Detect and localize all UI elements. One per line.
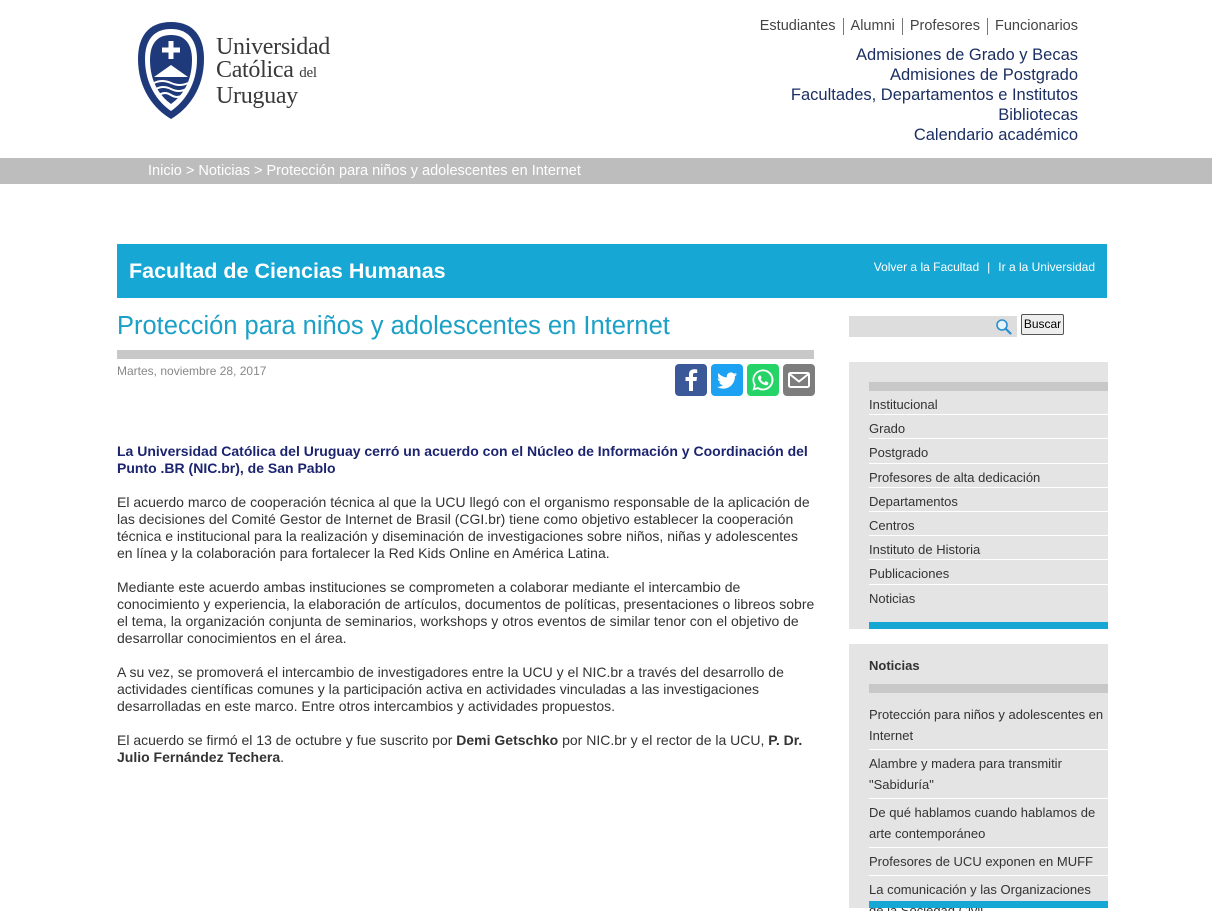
back-to-faculty-link[interactable]: Volver a la Facultad [874,260,979,274]
sidebar-news-band [869,684,1108,693]
faculty-links-separator: | [987,260,991,274]
logo-line-3: Uruguay [216,83,298,109]
logo-line-1: Universidad [216,34,331,60]
sidebar-item-institucional[interactable]: Institucional [869,391,1108,416]
article-paragraph: Mediante este acuerdo ambas institucione… [117,579,815,646]
nav-profesores[interactable]: Profesores [901,18,987,35]
sidebar-menu-accent [869,622,1108,629]
whatsapp-icon [752,369,774,391]
signer-nicbr: Demi Getschko [456,732,559,748]
sidebar-news: Noticias Protección para niños y adolesc… [849,644,1108,911]
breadcrumb-separator: > [185,163,195,179]
nav-admisiones-postgrado[interactable]: Admisiones de Postgrado [791,65,1078,85]
faculty-header: Facultad de Ciencias Humanas Volver a la… [117,244,1107,298]
twitter-icon [716,372,737,389]
faculty-links: Volver a la Facultad | Ir a la Universidad [874,260,1095,274]
article-title: Protección para niños y adolescentes en … [117,312,670,340]
article-body: La Universidad Católica del Uruguay cerr… [117,443,817,783]
sidebar-item-instituto-historia[interactable]: Instituto de Historia [869,536,1108,561]
share-whatsapp-button[interactable] [747,364,779,396]
go-to-university-link[interactable]: Ir a la Universidad [998,260,1095,274]
share-facebook-button[interactable] [675,364,707,396]
faculty-title[interactable]: Facultad de Ciencias Humanas [129,259,446,284]
share-email-button[interactable] [783,364,815,396]
breadcrumb-noticias[interactable]: Noticias [198,163,250,179]
email-icon [788,372,810,388]
facebook-icon [685,369,698,391]
sidebar-item-departamentos[interactable]: Departamentos [869,488,1108,512]
breadcrumb: Inicio > Noticias > Protección para niño… [0,158,1212,184]
article-paragraph: El acuerdo marco de cooperación técnica … [117,494,810,561]
sidebar-menu-band [869,382,1108,391]
logo-line-2-main: Católica [216,57,294,83]
title-divider [117,350,814,359]
article-lead: La Universidad Católica del Uruguay cerr… [117,443,808,476]
article-paragraph: A su vez, se promoverá el intercambio de… [117,664,784,714]
audience-nav: Estudiantes Alumni Profesores Funcionari… [760,18,1078,35]
search-icon [996,319,1012,335]
sidebar-item-postgrado[interactable]: Postgrado [869,439,1108,464]
main-nav: Admisiones de Grado y Becas Admisiones d… [791,45,1078,145]
search-input[interactable] [849,316,1017,337]
university-name: Universidad Católica del Uruguay [216,34,331,109]
nav-funcionarios[interactable]: Funcionarios [986,18,1078,35]
share-twitter-button[interactable] [711,364,743,396]
university-seal-icon [138,22,204,119]
nav-alumni[interactable]: Alumni [842,18,902,35]
news-item[interactable]: Alambre y madera para transmitir "Sabidu… [869,750,1108,799]
logo-line-2-small: del [299,65,317,81]
nav-calendario[interactable]: Calendario académico [791,125,1078,145]
news-item[interactable]: De qué hablamos cuando hablamos de arte … [869,799,1108,848]
nav-bibliotecas[interactable]: Bibliotecas [791,105,1078,125]
article-date: Martes, noviembre 28, 2017 [117,364,267,378]
news-item[interactable]: Profesores de UCU exponen en MUFF [869,848,1108,876]
nav-estudiantes[interactable]: Estudiantes [760,18,843,35]
sidebar-news-accent [869,901,1108,908]
nav-admisiones-grado[interactable]: Admisiones de Grado y Becas [791,45,1078,65]
breadcrumb-home[interactable]: Inicio [148,163,182,179]
news-heading: Noticias [869,658,920,673]
news-item[interactable]: Protección para niños y adolescentes en … [869,701,1108,750]
breadcrumb-separator: > [254,163,263,179]
sidebar-item-profesores[interactable]: Profesores de alta dedicación [869,464,1108,488]
signing-text: El acuerdo se firmó el 13 de octubre y f… [117,732,457,748]
university-logo[interactable]: Universidad Católica del Uruguay [136,19,346,123]
logo-line-2: Católica del [216,57,330,85]
breadcrumb-current: Protección para niños y adolescentes en … [266,163,581,179]
search-button[interactable]: Buscar [1021,314,1064,335]
article-paragraph-signing: El acuerdo se firmó el 13 de octubre y f… [117,732,817,766]
sidebar-item-grado[interactable]: Grado [869,415,1108,440]
signing-text: por NIC.br y el rector de la UCU, [558,732,769,748]
sidebar-item-centros[interactable]: Centros [869,512,1108,537]
sidebar-item-publicaciones[interactable]: Publicaciones [869,560,1108,585]
sidebar-menu: Institucional Grado Postgrado Profesores… [849,362,1108,629]
nav-facultades[interactable]: Facultades, Departamentos e Institutos [791,85,1078,105]
signing-text: . [280,749,285,765]
sidebar-item-noticias[interactable]: Noticias [869,585,1108,609]
